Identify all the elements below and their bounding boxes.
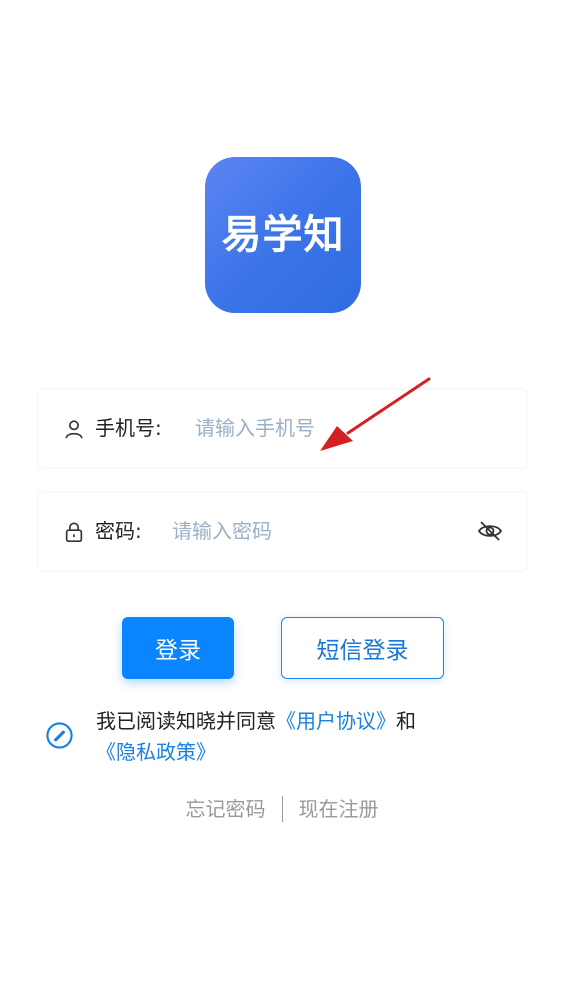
forgot-password-link[interactable]: 忘记密码 bbox=[186, 795, 266, 823]
password-label: 密码: bbox=[95, 519, 142, 543]
app-logo-text: 易学知 bbox=[221, 212, 345, 258]
agreement-checkbox[interactable] bbox=[45, 721, 74, 750]
sms-login-button[interactable]: 短信登录 bbox=[281, 617, 444, 679]
phone-label: 手机号: bbox=[95, 416, 162, 440]
bottom-links: 忘记密码 现在注册 bbox=[0, 795, 564, 823]
privacy-policy-link[interactable]: 《隐私政策》 bbox=[96, 740, 216, 764]
login-button[interactable]: 登录 bbox=[122, 617, 234, 679]
agreement-text: 我已阅读知晓并同意《用户协议》和《隐私政策》 bbox=[96, 706, 526, 768]
password-field: 密码: bbox=[39, 493, 526, 570]
link-divider bbox=[281, 796, 283, 822]
lock-icon bbox=[65, 522, 83, 542]
phone-input[interactable] bbox=[195, 410, 495, 446]
agreement-conjunction: 和 bbox=[396, 709, 416, 733]
user-icon bbox=[65, 420, 83, 439]
agreement-prefix: 我已阅读知晓并同意 bbox=[96, 709, 276, 733]
user-agreement-link[interactable]: 《用户协议》 bbox=[276, 709, 396, 733]
eye-off-icon[interactable] bbox=[477, 519, 503, 543]
app-logo: 易学知 bbox=[205, 157, 361, 313]
phone-field: 手机号: bbox=[39, 390, 526, 467]
password-input[interactable] bbox=[172, 513, 472, 549]
register-link[interactable]: 现在注册 bbox=[299, 795, 379, 823]
